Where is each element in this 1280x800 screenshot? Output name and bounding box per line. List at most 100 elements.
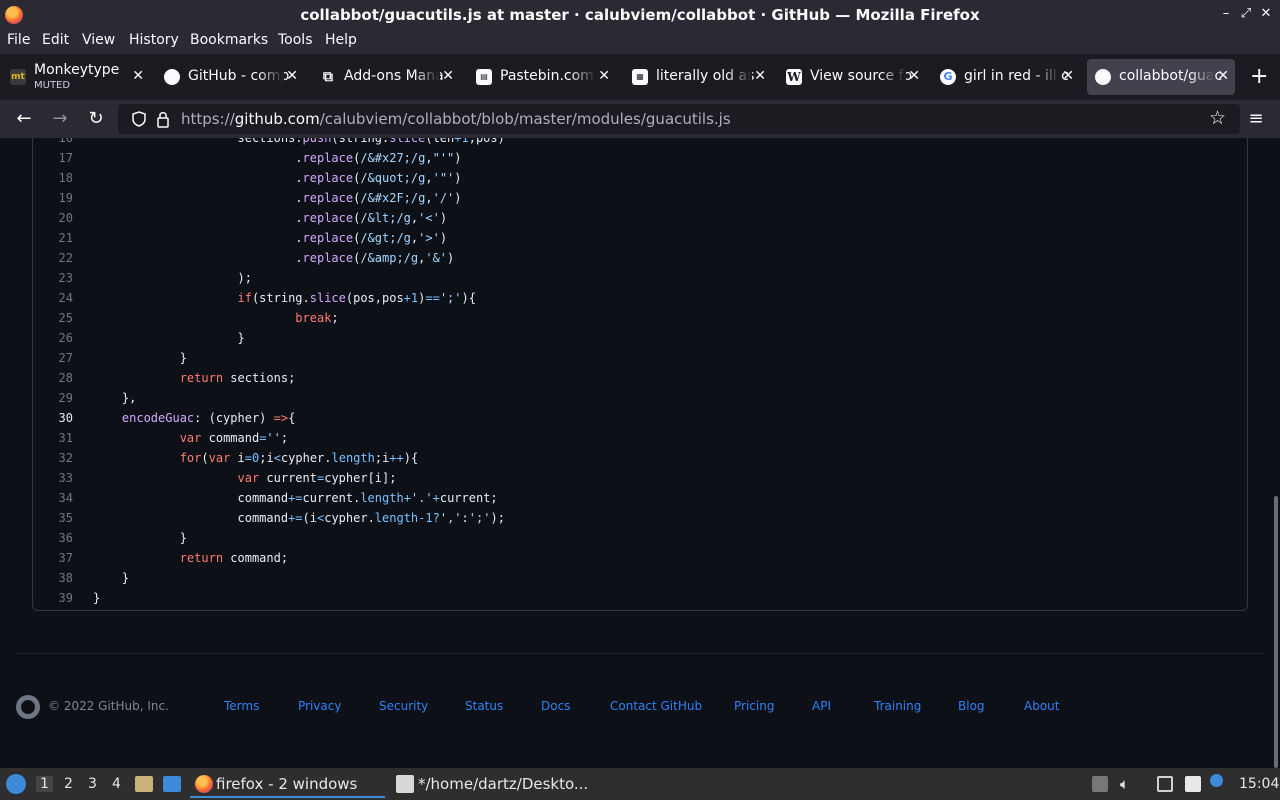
tab-collabbot-active[interactable]: collabbot/guac ✕ <box>1087 59 1235 95</box>
line-number[interactable]: 17 <box>33 148 73 168</box>
url-text[interactable]: https://github.com/calubviem/collabbot/b… <box>181 110 731 128</box>
menu-tools[interactable]: Tools <box>278 32 313 48</box>
close-tab-icon[interactable]: ✕ <box>754 68 766 84</box>
code-line: 28 return sections; <box>33 368 1247 388</box>
tab-github-comp[interactable]: GitHub - comp ✕ <box>156 59 304 95</box>
code-line: 21 .replace(/&gt;/g,'>') <box>33 228 1247 248</box>
code-text: encodeGuac: (cypher) =>{ <box>121 411 296 425</box>
close-tab-icon[interactable]: ✕ <box>598 68 610 84</box>
menu-file[interactable]: File <box>7 32 30 48</box>
footer-link-status[interactable]: Status <box>465 699 503 713</box>
clock: 15:04 <box>1239 776 1280 792</box>
line-number[interactable]: 32 <box>33 448 73 468</box>
close-tab-icon[interactable]: ✕ <box>1062 68 1074 84</box>
close-tab-icon[interactable]: ✕ <box>132 68 144 84</box>
line-number[interactable]: 27 <box>33 348 73 368</box>
show-desktop-icon[interactable] <box>163 776 181 792</box>
menu-view[interactable]: View <box>82 32 115 48</box>
back-arrow-icon[interactable]: ← <box>13 108 35 130</box>
footer-link-terms[interactable]: Terms <box>224 699 259 713</box>
line-number[interactable]: 31 <box>33 428 73 448</box>
tab-literally-old[interactable]: ▦ literally old as ✕ <box>624 59 772 95</box>
tab-addons-manager[interactable]: ⧉ Add-ons Mana ✕ <box>312 59 460 95</box>
line-number[interactable]: 39 <box>33 588 73 608</box>
line-number[interactable]: 35 <box>33 508 73 528</box>
line-number[interactable]: 30 <box>33 408 73 428</box>
line-number[interactable]: 22 <box>33 248 73 268</box>
footer-link-training[interactable]: Training <box>874 699 921 713</box>
code-line: 18 .replace(/&quot;/g,'"') <box>33 168 1247 188</box>
close-window-button[interactable]: ✕ <box>1256 4 1276 24</box>
line-number[interactable]: 24 <box>33 288 73 308</box>
new-tab-button[interactable]: + <box>1250 64 1268 89</box>
code-line: 36 } <box>33 528 1247 548</box>
file-manager-icon[interactable] <box>135 776 153 792</box>
code-text: } <box>93 571 130 585</box>
navigation-toolbar: ← → ↻ https://github.com/calubviem/colla… <box>0 100 1280 138</box>
volume-icon[interactable]: 🔈︎ <box>1120 776 1136 792</box>
hamburger-menu-icon[interactable]: ≡ <box>1245 108 1267 130</box>
tray-up-icon[interactable] <box>1092 776 1108 792</box>
network-icon[interactable] <box>1157 776 1173 792</box>
footer-link-blog[interactable]: Blog <box>958 699 985 713</box>
tab-monkeytype[interactable]: mt Monkeytype MUTED ✕ <box>2 59 150 95</box>
line-number[interactable]: 28 <box>33 368 73 388</box>
line-number[interactable]: 33 <box>33 468 73 488</box>
line-number[interactable]: 16 <box>33 138 73 148</box>
notification-icon[interactable] <box>1210 774 1223 787</box>
footer-link-security[interactable]: Security <box>379 699 428 713</box>
url-bar[interactable]: https://github.com/calubviem/collabbot/b… <box>118 104 1240 134</box>
workspace-1[interactable]: 1 <box>36 776 53 792</box>
tab-pastebin[interactable]: ▤ Pastebin.com ✕ <box>468 59 616 95</box>
tab-girl-in-red[interactable]: G girl in red - ill c ✕ <box>932 59 1080 95</box>
code-line: 24 if(string.slice(pos,pos+1)==';'){ <box>33 288 1247 308</box>
start-menu-icon[interactable] <box>6 774 26 794</box>
menu-edit[interactable]: Edit <box>42 32 69 48</box>
footer-link-pricing[interactable]: Pricing <box>734 699 774 713</box>
line-number[interactable]: 23 <box>33 268 73 288</box>
line-number[interactable]: 25 <box>33 308 73 328</box>
clipboard-icon[interactable] <box>1185 776 1201 792</box>
footer-link-privacy[interactable]: Privacy <box>298 699 341 713</box>
menu-bookmarks[interactable]: Bookmarks <box>190 32 268 48</box>
bookmark-star-icon[interactable]: ☆ <box>1209 107 1226 129</box>
line-number[interactable]: 29 <box>33 388 73 408</box>
line-number[interactable]: 18 <box>33 168 73 188</box>
menu-history[interactable]: History <box>129 32 179 48</box>
workspace-2[interactable]: 2 <box>64 776 73 792</box>
code-text: .replace(/&quot;/g,'"') <box>93 171 462 185</box>
line-number[interactable]: 21 <box>33 228 73 248</box>
code-line: 26 } <box>33 328 1247 348</box>
reload-icon[interactable]: ↻ <box>85 108 107 130</box>
scrollbar-thumb[interactable] <box>1274 496 1278 768</box>
footer-link-docs[interactable]: Docs <box>541 699 570 713</box>
line-number[interactable]: 20 <box>33 208 73 228</box>
close-tab-icon[interactable]: ✕ <box>1217 68 1229 84</box>
tracking-shield-icon[interactable] <box>132 111 146 127</box>
line-number[interactable]: 34 <box>33 488 73 508</box>
line-number[interactable]: 26 <box>33 328 73 348</box>
close-tab-icon[interactable]: ✕ <box>286 68 298 84</box>
lock-icon[interactable] <box>156 110 170 128</box>
github-logo-icon[interactable] <box>16 695 40 719</box>
workspace-3[interactable]: 3 <box>88 776 97 792</box>
footer-link-contact[interactable]: Contact GitHub <box>610 699 702 713</box>
menu-help[interactable]: Help <box>325 32 357 48</box>
workspace-4[interactable]: 4 <box>112 776 121 792</box>
line-number[interactable]: 38 <box>33 568 73 588</box>
task-firefox[interactable]: firefox - 2 windows <box>190 768 385 800</box>
line-number[interactable]: 19 <box>33 188 73 208</box>
footer-link-about[interactable]: About <box>1024 699 1059 713</box>
maximize-button[interactable]: ⤢ <box>1236 4 1256 24</box>
close-tab-icon[interactable]: ✕ <box>442 68 454 84</box>
line-number[interactable]: 36 <box>33 528 73 548</box>
close-tab-icon[interactable]: ✕ <box>908 68 920 84</box>
minimize-button[interactable]: – <box>1216 4 1236 24</box>
tab-view-source[interactable]: W View source fo ✕ <box>778 59 926 95</box>
task-text-editor[interactable]: */home/dartz/Deskto... <box>392 768 592 800</box>
code-text: } <box>93 531 187 545</box>
page-icon: ▦ <box>632 69 648 85</box>
line-number[interactable]: 37 <box>33 548 73 568</box>
footer-link-api[interactable]: API <box>812 699 831 713</box>
forward-arrow-icon[interactable]: → <box>49 108 71 130</box>
